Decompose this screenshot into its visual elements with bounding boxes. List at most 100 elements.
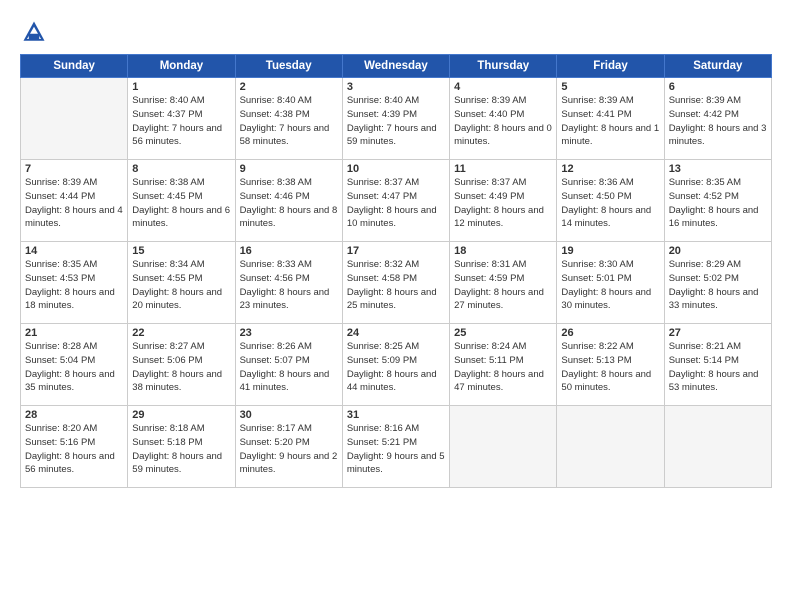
day-info: Sunrise: 8:17 AM Sunset: 5:20 PM Dayligh… [240,422,338,477]
calendar-cell: 12Sunrise: 8:36 AM Sunset: 4:50 PM Dayli… [557,160,664,242]
day-number: 4 [454,81,552,93]
day-number: 10 [347,163,445,175]
day-number: 8 [132,163,230,175]
calendar-table: SundayMondayTuesdayWednesdayThursdayFrid… [20,54,772,488]
calendar-cell: 1Sunrise: 8:40 AM Sunset: 4:37 PM Daylig… [128,78,235,160]
day-number: 12 [561,163,659,175]
day-info: Sunrise: 8:25 AM Sunset: 5:09 PM Dayligh… [347,340,445,395]
day-number: 18 [454,245,552,257]
day-number: 24 [347,327,445,339]
day-info: Sunrise: 8:24 AM Sunset: 5:11 PM Dayligh… [454,340,552,395]
calendar-cell: 31Sunrise: 8:16 AM Sunset: 5:21 PM Dayli… [342,406,449,488]
day-number: 21 [25,327,123,339]
calendar-cell: 5Sunrise: 8:39 AM Sunset: 4:41 PM Daylig… [557,78,664,160]
header [20,18,772,46]
day-info: Sunrise: 8:36 AM Sunset: 4:50 PM Dayligh… [561,176,659,231]
calendar-cell: 4Sunrise: 8:39 AM Sunset: 4:40 PM Daylig… [450,78,557,160]
calendar-cell: 30Sunrise: 8:17 AM Sunset: 5:20 PM Dayli… [235,406,342,488]
calendar-cell: 24Sunrise: 8:25 AM Sunset: 5:09 PM Dayli… [342,324,449,406]
day-number: 20 [669,245,767,257]
calendar-cell: 22Sunrise: 8:27 AM Sunset: 5:06 PM Dayli… [128,324,235,406]
day-number: 5 [561,81,659,93]
calendar-week-row: 14Sunrise: 8:35 AM Sunset: 4:53 PM Dayli… [21,242,772,324]
calendar-cell: 26Sunrise: 8:22 AM Sunset: 5:13 PM Dayli… [557,324,664,406]
day-number: 22 [132,327,230,339]
day-info: Sunrise: 8:30 AM Sunset: 5:01 PM Dayligh… [561,258,659,313]
calendar-cell: 25Sunrise: 8:24 AM Sunset: 5:11 PM Dayli… [450,324,557,406]
day-info: Sunrise: 8:40 AM Sunset: 4:38 PM Dayligh… [240,94,338,149]
header-cell: Tuesday [235,55,342,78]
day-number: 15 [132,245,230,257]
calendar-cell: 29Sunrise: 8:18 AM Sunset: 5:18 PM Dayli… [128,406,235,488]
day-info: Sunrise: 8:18 AM Sunset: 5:18 PM Dayligh… [132,422,230,477]
day-number: 25 [454,327,552,339]
calendar-cell: 11Sunrise: 8:37 AM Sunset: 4:49 PM Dayli… [450,160,557,242]
day-number: 6 [669,81,767,93]
calendar-cell: 15Sunrise: 8:34 AM Sunset: 4:55 PM Dayli… [128,242,235,324]
calendar-cell: 14Sunrise: 8:35 AM Sunset: 4:53 PM Dayli… [21,242,128,324]
day-info: Sunrise: 8:39 AM Sunset: 4:40 PM Dayligh… [454,94,552,149]
calendar-week-row: 1Sunrise: 8:40 AM Sunset: 4:37 PM Daylig… [21,78,772,160]
header-cell: Saturday [664,55,771,78]
calendar-cell [21,78,128,160]
day-number: 31 [347,409,445,421]
day-number: 7 [25,163,123,175]
day-number: 2 [240,81,338,93]
logo-icon [20,18,48,46]
day-number: 23 [240,327,338,339]
day-number: 1 [132,81,230,93]
day-number: 9 [240,163,338,175]
day-number: 27 [669,327,767,339]
calendar-week-row: 7Sunrise: 8:39 AM Sunset: 4:44 PM Daylig… [21,160,772,242]
calendar-cell: 7Sunrise: 8:39 AM Sunset: 4:44 PM Daylig… [21,160,128,242]
calendar-week-row: 28Sunrise: 8:20 AM Sunset: 5:16 PM Dayli… [21,406,772,488]
day-info: Sunrise: 8:37 AM Sunset: 4:47 PM Dayligh… [347,176,445,231]
header-cell: Monday [128,55,235,78]
calendar-cell: 19Sunrise: 8:30 AM Sunset: 5:01 PM Dayli… [557,242,664,324]
day-number: 29 [132,409,230,421]
calendar-cell: 17Sunrise: 8:32 AM Sunset: 4:58 PM Dayli… [342,242,449,324]
day-info: Sunrise: 8:34 AM Sunset: 4:55 PM Dayligh… [132,258,230,313]
day-info: Sunrise: 8:21 AM Sunset: 5:14 PM Dayligh… [669,340,767,395]
day-info: Sunrise: 8:33 AM Sunset: 4:56 PM Dayligh… [240,258,338,313]
calendar-week-row: 21Sunrise: 8:28 AM Sunset: 5:04 PM Dayli… [21,324,772,406]
calendar-cell [664,406,771,488]
calendar-cell: 23Sunrise: 8:26 AM Sunset: 5:07 PM Dayli… [235,324,342,406]
day-number: 28 [25,409,123,421]
day-info: Sunrise: 8:39 AM Sunset: 4:44 PM Dayligh… [25,176,123,231]
day-info: Sunrise: 8:29 AM Sunset: 5:02 PM Dayligh… [669,258,767,313]
day-number: 3 [347,81,445,93]
calendar-cell: 9Sunrise: 8:38 AM Sunset: 4:46 PM Daylig… [235,160,342,242]
day-info: Sunrise: 8:35 AM Sunset: 4:52 PM Dayligh… [669,176,767,231]
calendar-cell [450,406,557,488]
day-info: Sunrise: 8:31 AM Sunset: 4:59 PM Dayligh… [454,258,552,313]
calendar-cell: 28Sunrise: 8:20 AM Sunset: 5:16 PM Dayli… [21,406,128,488]
calendar-cell: 2Sunrise: 8:40 AM Sunset: 4:38 PM Daylig… [235,78,342,160]
day-info: Sunrise: 8:37 AM Sunset: 4:49 PM Dayligh… [454,176,552,231]
header-cell: Sunday [21,55,128,78]
calendar-cell: 27Sunrise: 8:21 AM Sunset: 5:14 PM Dayli… [664,324,771,406]
day-info: Sunrise: 8:16 AM Sunset: 5:21 PM Dayligh… [347,422,445,477]
calendar-cell: 20Sunrise: 8:29 AM Sunset: 5:02 PM Dayli… [664,242,771,324]
calendar-cell: 16Sunrise: 8:33 AM Sunset: 4:56 PM Dayli… [235,242,342,324]
calendar-cell: 13Sunrise: 8:35 AM Sunset: 4:52 PM Dayli… [664,160,771,242]
day-info: Sunrise: 8:38 AM Sunset: 4:46 PM Dayligh… [240,176,338,231]
calendar-cell: 18Sunrise: 8:31 AM Sunset: 4:59 PM Dayli… [450,242,557,324]
day-info: Sunrise: 8:26 AM Sunset: 5:07 PM Dayligh… [240,340,338,395]
day-info: Sunrise: 8:40 AM Sunset: 4:37 PM Dayligh… [132,94,230,149]
calendar-cell: 6Sunrise: 8:39 AM Sunset: 4:42 PM Daylig… [664,78,771,160]
day-number: 30 [240,409,338,421]
day-number: 11 [454,163,552,175]
day-number: 17 [347,245,445,257]
day-info: Sunrise: 8:20 AM Sunset: 5:16 PM Dayligh… [25,422,123,477]
day-info: Sunrise: 8:39 AM Sunset: 4:42 PM Dayligh… [669,94,767,149]
day-info: Sunrise: 8:35 AM Sunset: 4:53 PM Dayligh… [25,258,123,313]
day-number: 14 [25,245,123,257]
day-info: Sunrise: 8:39 AM Sunset: 4:41 PM Dayligh… [561,94,659,149]
calendar-cell: 3Sunrise: 8:40 AM Sunset: 4:39 PM Daylig… [342,78,449,160]
header-cell: Wednesday [342,55,449,78]
header-cell: Friday [557,55,664,78]
calendar-cell: 21Sunrise: 8:28 AM Sunset: 5:04 PM Dayli… [21,324,128,406]
day-number: 26 [561,327,659,339]
day-number: 16 [240,245,338,257]
